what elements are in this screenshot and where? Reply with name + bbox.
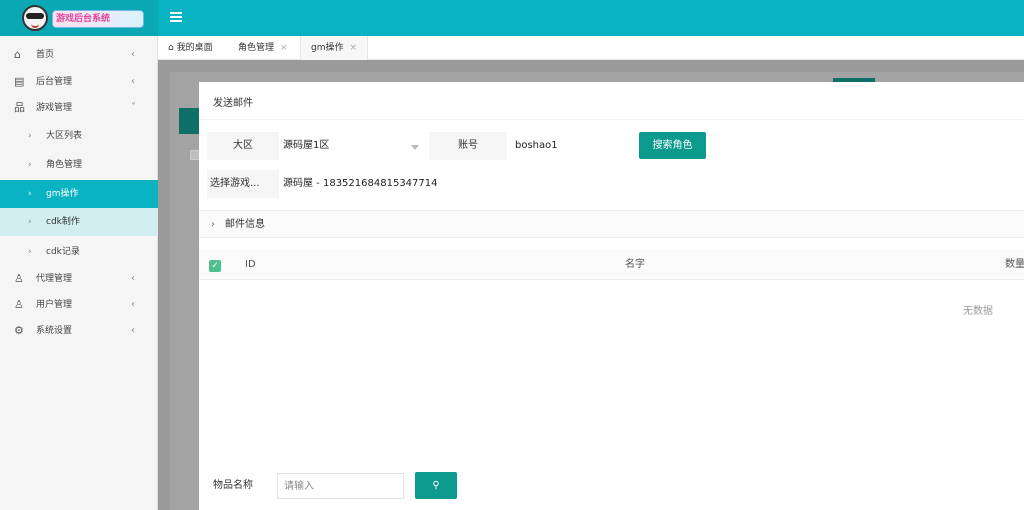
sidebar-item-game[interactable]: 品 游戏管理 ˅ [0, 94, 158, 122]
send-mail-dialog: 发送邮件 大区 源码屋1区 账号 boshao1 搜索角色 选择游戏... 源码… [199, 82, 1024, 510]
item-search-button[interactable]: ⚲ [415, 472, 457, 499]
home-icon: ⌂ [14, 48, 21, 61]
empty-text: 无数据 [963, 306, 993, 317]
divider [199, 119, 1024, 120]
tab-gm[interactable]: gm操作 × [300, 36, 369, 60]
logo[interactable]: 游戏后台系统 [0, 0, 158, 36]
sidebar-item-admin[interactable]: ▤ 后台管理 ‹ [0, 68, 158, 96]
gear-icon: ⚙ [14, 324, 24, 337]
item-name-label: 物品名称 [213, 480, 253, 491]
chevron-left-icon: ‹ [131, 273, 135, 284]
select-all-checkbox[interactable]: ✓ [209, 260, 221, 272]
home-icon: ⌂ [168, 43, 177, 53]
sidebar-item-settings[interactable]: ⚙ 系统设置 ‹ [0, 317, 158, 345]
chevron-right-icon: › [28, 131, 32, 141]
dialog-title: 发送邮件 [213, 98, 253, 109]
close-icon[interactable]: × [280, 43, 288, 53]
logo-text: 游戏后台系统 [52, 10, 144, 28]
close-icon[interactable]: × [349, 43, 357, 53]
table-header: ✓ ID 名字 数量 [199, 250, 1024, 280]
chevron-right-icon: › [28, 189, 32, 199]
sidebar: ⌂ 首页 ‹ ▤ 后台管理 ‹ 品 游戏管理 ˅ › 大区列表 › 角色管理 ›… [0, 36, 158, 510]
chevron-right-icon: › [28, 217, 32, 227]
chevron-left-icon: ‹ [131, 76, 135, 87]
user-icon: ♙ [14, 272, 24, 285]
caret-down-icon [411, 145, 419, 150]
item-name-input[interactable] [277, 473, 404, 499]
admin-icon: ▤ [14, 75, 25, 88]
menu-toggle-icon[interactable] [170, 12, 182, 22]
chevron-right-icon: › [28, 160, 32, 170]
chevron-left-icon: ‹ [131, 299, 135, 310]
mascot-icon [22, 5, 48, 31]
sidebar-item-cdk-record[interactable]: › cdk记录 [0, 238, 158, 266]
sidebar-item-user[interactable]: ♙ 用户管理 ‹ [0, 291, 158, 319]
column-header-id: ID [245, 259, 256, 270]
tab-bar: ⌂ 我的桌面 角色管理 × gm操作 × [158, 36, 1024, 60]
chevron-down-icon: ˅ [131, 102, 136, 113]
chevron-right-icon: › [28, 247, 32, 257]
sitemap-icon: 品 [14, 101, 25, 114]
chevron-left-icon: ‹ [131, 49, 135, 60]
mail-info-collapse[interactable]: › 邮件信息 [199, 210, 1024, 238]
sidebar-item-gm[interactable]: › gm操作 [0, 180, 158, 208]
select-role-label: 选择游戏... [207, 170, 279, 198]
tab-role-manage[interactable]: 角色管理 × [228, 36, 298, 60]
region-label: 大区 [207, 132, 279, 160]
column-header-name: 名字 [625, 259, 645, 270]
user-icon: ♙ [14, 298, 24, 311]
sidebar-item-role-manage[interactable]: › 角色管理 [0, 151, 158, 179]
top-header: 游戏后台系统 [0, 0, 1024, 36]
region-select[interactable]: 源码屋1区 [275, 132, 425, 160]
sidebar-item-agent[interactable]: ♙ 代理管理 ‹ [0, 265, 158, 293]
sidebar-item-home[interactable]: ⌂ 首页 ‹ [0, 41, 158, 69]
account-input[interactable]: boshao1 [507, 132, 635, 160]
column-header-count: 数量 [1005, 259, 1024, 270]
chevron-left-icon: ‹ [131, 325, 135, 336]
background-button [179, 108, 201, 134]
account-label: 账号 [429, 132, 507, 160]
sidebar-item-region-list[interactable]: › 大区列表 [0, 122, 158, 150]
search-icon: ⚲ [432, 480, 440, 491]
tab-desktop[interactable]: ⌂ 我的桌面 [158, 36, 223, 60]
sidebar-item-cdk-make[interactable]: › cdk制作 [0, 208, 158, 236]
search-role-button[interactable]: 搜索角色 [639, 132, 706, 159]
select-role-value[interactable]: 源码屋 - 183521684815347714 [275, 170, 675, 198]
chevron-right-icon: › [211, 219, 215, 230]
